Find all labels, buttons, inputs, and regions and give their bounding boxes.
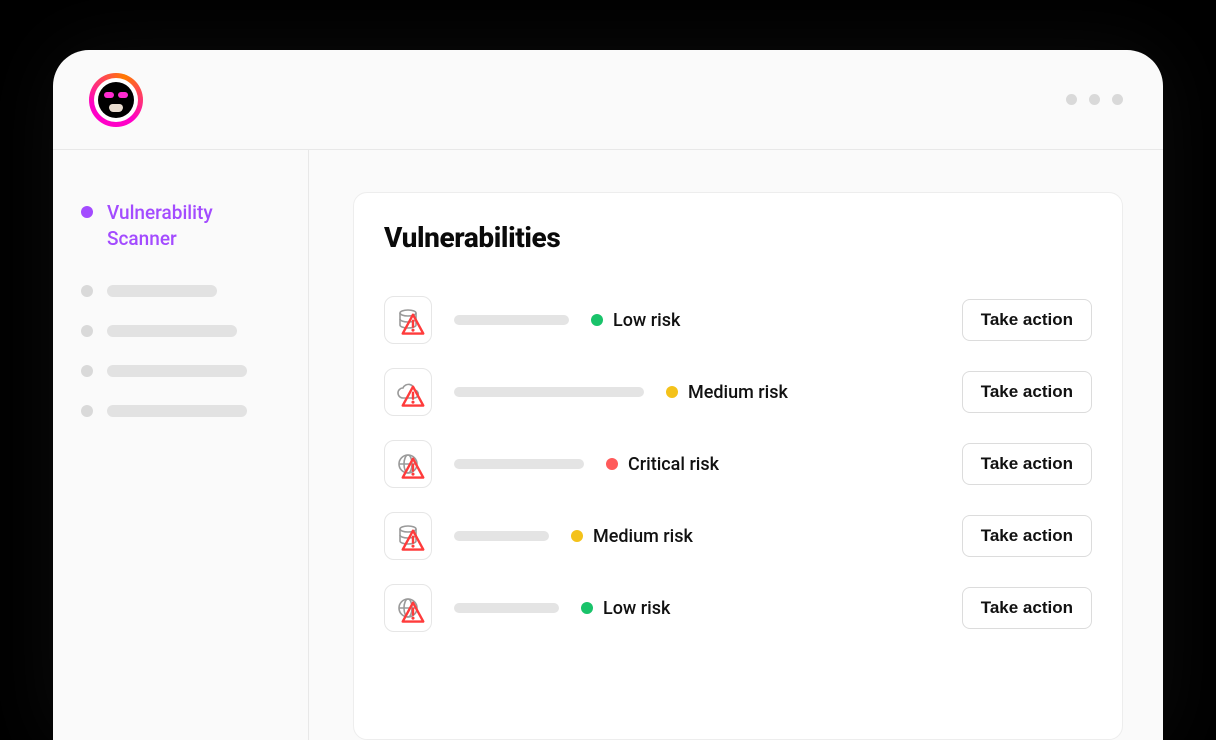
alert-icon <box>401 313 425 337</box>
risk-indicator: Critical risk <box>606 454 940 475</box>
risk-dot-icon <box>581 602 593 614</box>
risk-label: Low risk <box>613 310 680 331</box>
app-window: Vulnerability Scanner Vulnerabilities Lo… <box>53 50 1163 740</box>
take-action-button[interactable]: Take action <box>962 371 1092 413</box>
globe-alert-icon <box>384 584 432 632</box>
alert-icon <box>401 457 425 481</box>
vulnerability-row: Low risk Take action <box>384 284 1092 356</box>
placeholder-bar <box>454 459 584 469</box>
risk-label: Medium risk <box>688 382 788 403</box>
sidebar-item-placeholder[interactable] <box>81 325 280 337</box>
risk-indicator: Medium risk <box>666 382 940 403</box>
main-content: Vulnerabilities Low riskTake actionMediu… <box>309 150 1163 740</box>
placeholder-bar <box>454 531 549 541</box>
placeholder-bar <box>107 365 247 377</box>
vulnerability-row: Low risk Take action <box>384 572 1092 644</box>
risk-indicator: Low risk <box>581 598 940 619</box>
sidebar-item-label: Vulnerability Scanner <box>107 200 280 251</box>
take-action-button[interactable]: Take action <box>962 515 1092 557</box>
window-dot-icon[interactable] <box>1066 94 1077 105</box>
risk-dot-icon <box>606 458 618 470</box>
window-dot-icon[interactable] <box>1112 94 1123 105</box>
titlebar <box>53 50 1163 150</box>
placeholder-bar <box>107 325 237 337</box>
risk-label: Critical risk <box>628 454 719 475</box>
sidebar-item-placeholder[interactable] <box>81 285 280 297</box>
risk-indicator: Medium risk <box>571 526 940 547</box>
dot-icon <box>81 285 93 297</box>
risk-dot-icon <box>571 530 583 542</box>
risk-label: Low risk <box>603 598 670 619</box>
dot-icon <box>81 365 93 377</box>
risk-dot-icon <box>591 314 603 326</box>
globe-alert-icon <box>384 440 432 488</box>
placeholder-bar <box>454 387 644 397</box>
cloud-alert-icon <box>384 368 432 416</box>
database-alert-icon <box>384 512 432 560</box>
placeholder-bar <box>107 405 247 417</box>
alert-icon <box>401 601 425 625</box>
active-dot-icon <box>81 206 93 218</box>
panel-title: Vulnerabilities <box>384 221 1092 254</box>
window-controls[interactable] <box>1066 94 1123 105</box>
vulnerabilities-panel: Vulnerabilities Low riskTake actionMediu… <box>353 192 1123 740</box>
placeholder-bar <box>454 315 569 325</box>
app-logo <box>89 73 143 127</box>
sidebar-item-placeholder[interactable] <box>81 365 280 377</box>
take-action-button[interactable]: Take action <box>962 443 1092 485</box>
vulnerability-row: Medium risk Take action <box>384 500 1092 572</box>
placeholder-bar <box>107 285 217 297</box>
risk-indicator: Low risk <box>591 310 940 331</box>
take-action-button[interactable]: Take action <box>962 299 1092 341</box>
database-alert-icon <box>384 296 432 344</box>
sidebar: Vulnerability Scanner <box>53 150 309 740</box>
alert-icon <box>401 385 425 409</box>
sidebar-item-placeholder[interactable] <box>81 405 280 417</box>
app-body: Vulnerability Scanner Vulnerabilities Lo… <box>53 150 1163 740</box>
risk-dot-icon <box>666 386 678 398</box>
take-action-button[interactable]: Take action <box>962 587 1092 629</box>
window-dot-icon[interactable] <box>1089 94 1100 105</box>
dot-icon <box>81 405 93 417</box>
dot-icon <box>81 325 93 337</box>
vulnerability-row: Critical risk Take action <box>384 428 1092 500</box>
vulnerability-row: Medium risk Take action <box>384 356 1092 428</box>
risk-label: Medium risk <box>593 526 693 547</box>
placeholder-bar <box>454 603 559 613</box>
alert-icon <box>401 529 425 553</box>
sidebar-item-vulnerability-scanner[interactable]: Vulnerability Scanner <box>81 200 280 251</box>
